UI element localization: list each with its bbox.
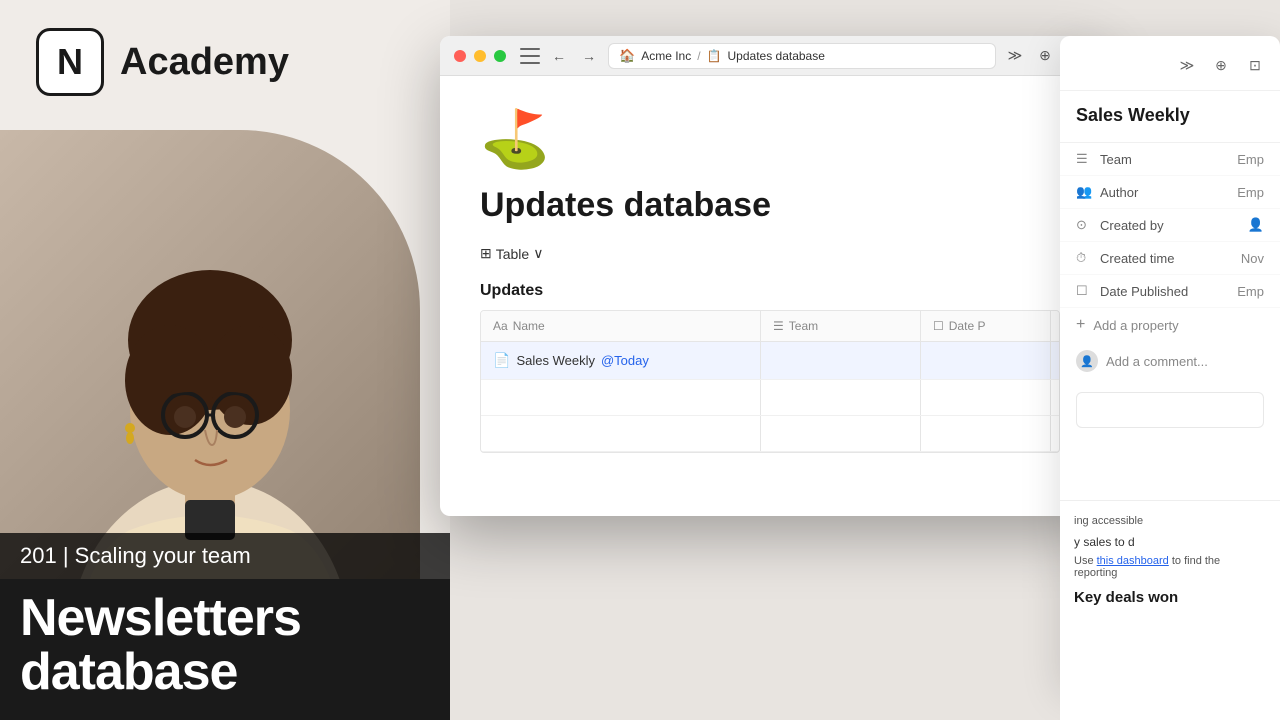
main-title: Newsletters database [20,591,430,700]
section-label: Updates [480,282,1060,300]
created-by-property-icon: ⊙ [1076,217,1092,233]
traffic-light-yellow[interactable] [474,50,486,62]
share-icon[interactable]: ⊕ [1034,45,1056,67]
view-label: Table [496,246,529,262]
cell-team [761,342,921,379]
expand-icon[interactable]: ≫ [1004,45,1026,67]
col-header-date: ☐ Date P [921,311,1051,341]
traffic-light-red[interactable] [454,50,466,62]
date-published-property-label: Date Published [1100,284,1229,299]
sidebar-expand-btn[interactable]: ≫ [1174,52,1200,78]
property-row-created-time[interactable]: ⏱ Created time Nov [1060,242,1280,275]
team-col-icon: ☰ [773,319,784,333]
sales-to-text: y sales to d [1074,535,1266,549]
date-col-icon: ☐ [933,319,944,333]
created-time-property-label: Created time [1100,251,1233,266]
date-published-property-value: Emp [1237,284,1264,299]
comment-avatar: 👤 [1076,350,1098,372]
view-selector[interactable]: ⊞ Table ∨ [480,245,1060,262]
created-time-property-value: Nov [1241,251,1264,266]
key-deals-heading: Key deals won [1074,589,1266,606]
text-overlay-container: 201 | Scaling your team Newsletters data… [0,533,450,720]
subtitle-bar: 201 | Scaling your team [0,533,450,579]
add-property-label: Add a property [1093,318,1178,333]
breadcrumb-page: Updates database [728,49,825,63]
cell-date [921,342,1051,379]
property-row-team[interactable]: ☰ Team Emp [1060,143,1280,176]
created-by-property-label: Created by [1100,218,1240,233]
team-property-label: Team [1100,152,1229,167]
empty-row-1 [481,380,1059,416]
dashboard-link[interactable]: this dashboard [1097,555,1169,567]
sidebar-share-btn[interactable]: ⊕ [1208,52,1234,78]
subtitle-text: 201 | Scaling your team [20,543,251,568]
created-by-property-value: 👤 [1248,217,1264,233]
sidebar-page-title: Sales Weekly [1060,91,1280,143]
home-icon: 🏠 [619,48,635,64]
view-chevron-icon: ∨ [533,245,543,262]
browser-content: ⛳ Updates database ⊞ Table ∨ Updates Aa … [440,76,1100,483]
use-dashboard-text: Use this dashboard to find the reporting [1074,555,1266,579]
empty-row-2 [481,416,1059,452]
forward-button[interactable]: → [578,45,600,67]
table-view-icon: ⊞ [480,245,492,262]
table-header: Aa Name ☰ Team ☐ Date P [481,311,1059,342]
browser-toolbar: ← → 🏠 Acme Inc / 📋 Updates database ≫ ⊕ … [440,36,1100,76]
page-emoji: ⛳ [480,106,1060,172]
author-property-value: Emp [1237,185,1264,200]
browser-window: ← → 🏠 Acme Inc / 📋 Updates database ≫ ⊕ … [440,36,1100,516]
date-published-property-icon: ☐ [1076,283,1092,299]
author-property-label: Author [1100,185,1229,200]
author-property-icon: 👥 [1076,184,1092,200]
property-row-created-by[interactable]: ⊙ Created by 👤 [1060,209,1280,242]
comment-row[interactable]: 👤 Add a comment... [1060,342,1280,380]
col-header-name: Aa Name [481,311,761,341]
doc-icon: 📄 [493,352,510,369]
breadcrumb-workspace: Acme Inc [641,49,691,63]
team-property-icon: ☰ [1076,151,1092,167]
page-icon: 📋 [707,49,722,63]
col-header-team: ☰ Team [761,311,921,341]
comment-label: Add a comment... [1106,354,1208,369]
table-container: Aa Name ☰ Team ☐ Date P 📄 Sales Weekly @… [480,310,1060,453]
sidebar-toolbar: ≫ ⊕ ⊡ [1060,52,1280,91]
left-panel: N Academy [0,0,450,720]
academy-label: Academy [120,41,289,84]
notion-logo-icon: N [36,28,104,96]
sidebar-layout-btn[interactable]: ⊡ [1242,52,1268,78]
table-row[interactable]: 📄 Sales Weekly @Today [481,342,1059,380]
today-tag: @Today [601,353,649,368]
bottom-right-content: ing accessible y sales to d Use this das… [1060,500,1280,720]
address-bar[interactable]: 🏠 Acme Inc / 📋 Updates database [608,43,996,69]
property-row-author[interactable]: 👥 Author Emp [1060,176,1280,209]
traffic-light-green[interactable] [494,50,506,62]
breadcrumb-separator: / [697,49,700,63]
team-property-value: Emp [1237,152,1264,167]
back-button[interactable]: ← [548,45,570,67]
cell-name: 📄 Sales Weekly @Today [481,342,761,379]
page-title: Updates database [480,186,1060,225]
hamburger-menu-icon[interactable] [520,48,540,64]
notion-header: N Academy [36,28,289,96]
property-row-date-published[interactable]: ☐ Date Published Emp [1060,275,1280,308]
add-property-icon: + [1076,316,1085,334]
title-bar: Newsletters database [0,579,450,720]
created-time-property-icon: ⏱ [1076,250,1092,266]
accessible-text: ing accessible [1074,515,1266,527]
add-property-row[interactable]: + Add a property [1060,308,1280,342]
name-col-icon: Aa [493,319,508,333]
comment-input-box[interactable] [1076,392,1264,428]
